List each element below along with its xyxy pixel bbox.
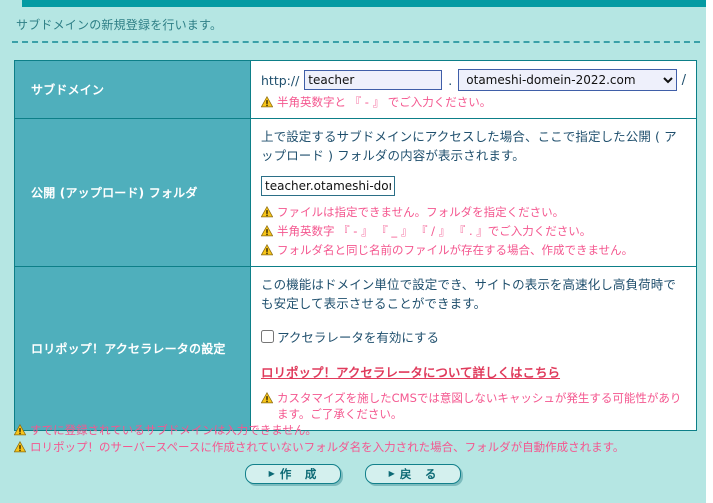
triangle-marker-icon: ▶ bbox=[388, 469, 396, 478]
create-button[interactable]: ▶ 作 成 bbox=[245, 464, 341, 484]
accelerator-help-link[interactable]: ロリポップ！アクセラレータについて詳しくはこちら bbox=[261, 362, 560, 381]
warning-text: ファイルは指定できません。フォルダを指定ください。 bbox=[277, 205, 565, 219]
warning-row: 半角英数字 『 - 』 『 _ 』 『 / 』 『 . 』でご入力ください。 bbox=[261, 223, 686, 239]
accelerator-checkbox[interactable] bbox=[261, 330, 274, 343]
warning-text: 半角英数字と 『 - 』 でご入力ください。 bbox=[277, 95, 492, 109]
row-value-accelerator: この機能はドメイン単位で設定でき、サイトの表示を高速化し高負荷時でも安定して表示… bbox=[250, 266, 697, 431]
footnote-text: ロリポップ！のサーバースペースに作成されていないフォルダ名を入力された場合、フォ… bbox=[30, 440, 625, 454]
domain-select[interactable]: otameshi-domein-2022.com bbox=[458, 69, 677, 91]
action-button-bar: ▶ 作 成 ▶ 戻 る bbox=[0, 464, 706, 484]
footer-notes: すでに登録されているサブドメインは入力できません。 ロリポップ！のサーバースペー… bbox=[14, 421, 704, 455]
accelerator-checkbox-label: アクセラレータを有効にする bbox=[277, 330, 440, 345]
subdomain-url-line: http:// . otameshi-domein-2022.com / bbox=[261, 69, 686, 91]
triangle-marker-icon: ▶ bbox=[268, 469, 276, 478]
footnote-text: すでに登録されているサブドメインは入力できません。 bbox=[30, 423, 317, 437]
warning-triangle-icon bbox=[261, 244, 273, 256]
top-accent-bar bbox=[22, 0, 706, 7]
footnote-row: すでに登録されているサブドメインは入力できません。 bbox=[14, 422, 704, 438]
accelerator-checkbox-row[interactable]: アクセラレータを有効にする bbox=[261, 327, 686, 346]
subdomain-form-table: サブドメイン http:// . otameshi-domein-2022.co… bbox=[14, 60, 697, 431]
table-row-upload-folder: 公開 (アップロード) フォルダ 上で設定するサブドメインにアクセスした場合、こ… bbox=[14, 118, 697, 267]
warning-text: 半角英数字 『 - 』 『 _ 』 『 / 』 『 . 』でご入力ください。 bbox=[277, 224, 592, 238]
subdomain-input[interactable] bbox=[304, 70, 443, 90]
domain-separator: . bbox=[448, 72, 453, 88]
warning-triangle-icon bbox=[261, 96, 273, 108]
accelerator-description: この機能はドメイン単位で設定でき、サイトの表示を高速化し高負荷時でも安定して表示… bbox=[261, 277, 676, 311]
warning-row: フォルダ名と同じ名前のファイルが存在する場合、作成できません。 bbox=[261, 242, 686, 258]
right-page-edge bbox=[706, 0, 713, 503]
warning-triangle-icon bbox=[14, 441, 26, 453]
warning-triangle-icon bbox=[14, 424, 26, 436]
warning-text: フォルダ名と同じ名前のファイルが存在する場合、作成できません。 bbox=[277, 243, 634, 257]
warning-triangle-icon bbox=[261, 206, 273, 218]
folder-input[interactable] bbox=[261, 176, 395, 196]
table-row-subdomain: サブドメイン http:// . otameshi-domein-2022.co… bbox=[14, 60, 697, 119]
warning-triangle-icon bbox=[261, 392, 273, 404]
dashed-divider bbox=[12, 41, 700, 43]
protocol-label: http:// bbox=[261, 72, 300, 88]
upload-folder-description: 上で設定するサブドメインにアクセスした場合、ここで指定した公開 ( アップロード… bbox=[261, 129, 677, 163]
warning-row: カスタマイズを施したCMSでは意図しないキャッシュが発生する可能性があります。ご… bbox=[261, 390, 686, 422]
trailing-slash: / bbox=[681, 72, 686, 88]
warning-triangle-icon bbox=[261, 225, 273, 237]
warning-row: ファイルは指定できません。フォルダを指定ください。 bbox=[261, 204, 686, 220]
warning-row: 半角英数字と 『 - 』 でご入力ください。 bbox=[261, 94, 686, 110]
create-button-label: 作 成 bbox=[279, 467, 318, 481]
page-background: サブドメインの新規登録を行います。 サブドメイン http:// . otame… bbox=[0, 0, 706, 503]
row-label-upload-folder: 公開 (アップロード) フォルダ bbox=[14, 118, 251, 267]
row-label-subdomain: サブドメイン bbox=[14, 60, 251, 119]
row-value-subdomain: http:// . otameshi-domein-2022.com / bbox=[250, 60, 697, 119]
back-button-label: 戻 る bbox=[399, 467, 438, 481]
page-intro-text: サブドメインの新規登録を行います。 bbox=[16, 18, 223, 32]
folder-input-wrap bbox=[261, 175, 686, 196]
back-button[interactable]: ▶ 戻 る bbox=[365, 464, 461, 484]
table-row-accelerator: ロリポップ！アクセラレータの設定 この機能はドメイン単位で設定でき、サイトの表示… bbox=[14, 266, 697, 431]
footnote-row: ロリポップ！のサーバースペースに作成されていないフォルダ名を入力された場合、フォ… bbox=[14, 439, 704, 455]
warning-text: カスタマイズを施したCMSでは意図しないキャッシュが発生する可能性があります。ご… bbox=[277, 391, 682, 421]
row-label-accelerator: ロリポップ！アクセラレータの設定 bbox=[14, 266, 251, 431]
row-value-upload-folder: 上で設定するサブドメインにアクセスした場合、ここで指定した公開 ( アップロード… bbox=[250, 118, 697, 267]
